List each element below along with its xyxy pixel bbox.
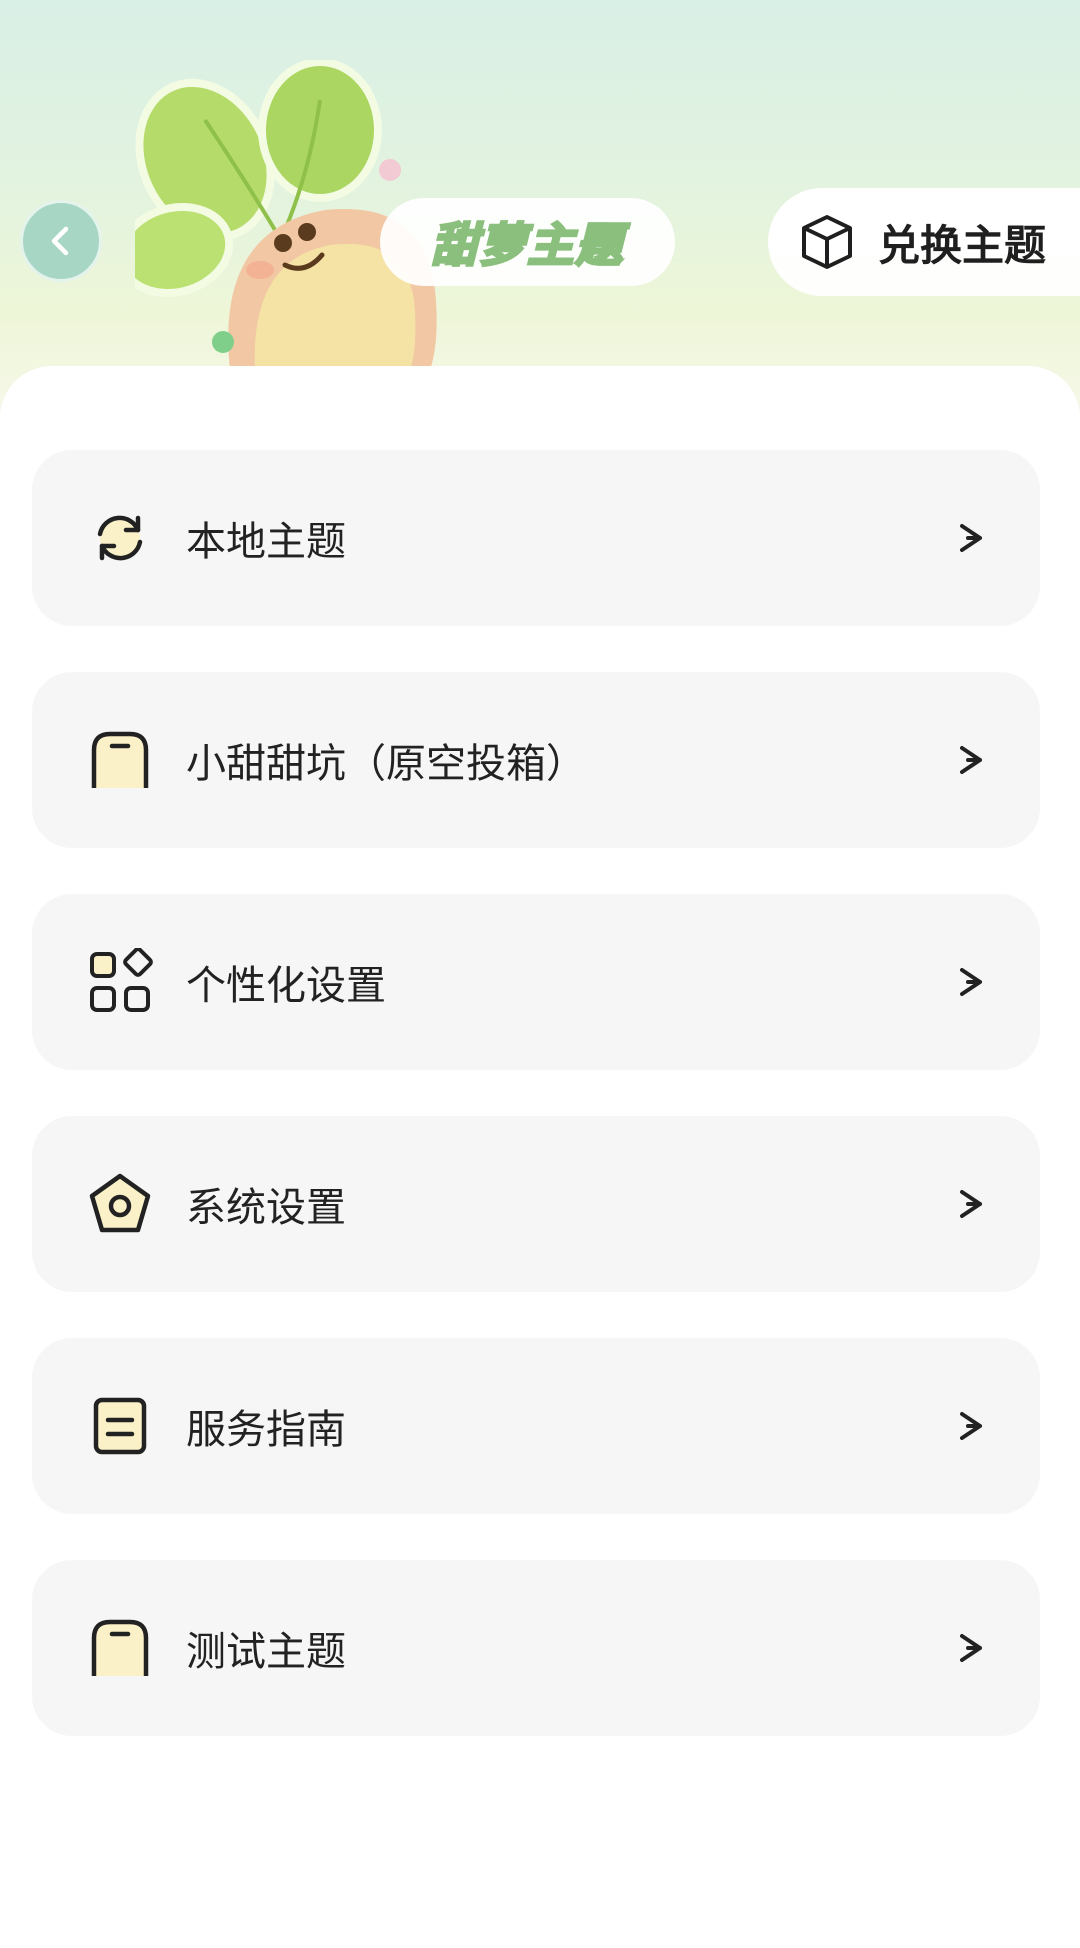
theme-title-pill: 甜萝主题: [380, 198, 675, 286]
back-button[interactable]: [20, 200, 102, 282]
chevron-right-icon: [960, 746, 982, 774]
chevron-right-icon: [960, 524, 982, 552]
chevron-right-icon: [960, 968, 982, 996]
menu-item-label: 个性化设置: [186, 963, 386, 1009]
menu-item-local-theme[interactable]: 本地主题: [32, 450, 1040, 626]
document-icon: [93, 1397, 147, 1455]
exchange-theme-button[interactable]: 兑换主题: [768, 188, 1080, 296]
chevron-right-icon: [960, 1412, 982, 1440]
menu-item-system-settings[interactable]: 系统设置: [32, 1116, 1040, 1292]
menu-item-personalization[interactable]: 个性化设置: [32, 894, 1040, 1070]
menu-item-label: 小甜甜坑（原空投箱）: [186, 741, 586, 787]
apps-grid-icon: [90, 948, 153, 1012]
menu-item-test-theme[interactable]: 测试主题: [32, 1560, 1040, 1736]
refresh-icon: [97, 515, 143, 561]
settings-pentagon-icon: [89, 1173, 151, 1233]
menu-item-label: 系统设置: [186, 1185, 346, 1231]
box-icon: [91, 731, 149, 788]
theme-title: 甜萝主题: [430, 217, 624, 274]
menu-item-airdrop-box[interactable]: 小甜甜坑（原空投箱）: [32, 672, 1040, 848]
header-banner: 甜萝主题 兑换主题: [0, 0, 1080, 420]
box-icon: [91, 1619, 149, 1676]
menu-item-service-guide[interactable]: 服务指南: [32, 1338, 1040, 1514]
cube-icon: [802, 215, 852, 269]
menu-item-label: 测试主题: [186, 1629, 346, 1675]
menu-item-label: 服务指南: [186, 1407, 346, 1453]
chevron-left-icon: [51, 226, 69, 256]
menu-panel: 本地主题 小甜甜坑（原空投箱） 个性化设置 系统设置 服务指南 测试主题: [0, 366, 1080, 1948]
chevron-right-icon: [960, 1634, 982, 1662]
chevron-right-icon: [960, 1190, 982, 1218]
exchange-theme-label: 兑换主题: [878, 220, 1047, 270]
menu-item-label: 本地主题: [186, 519, 346, 565]
